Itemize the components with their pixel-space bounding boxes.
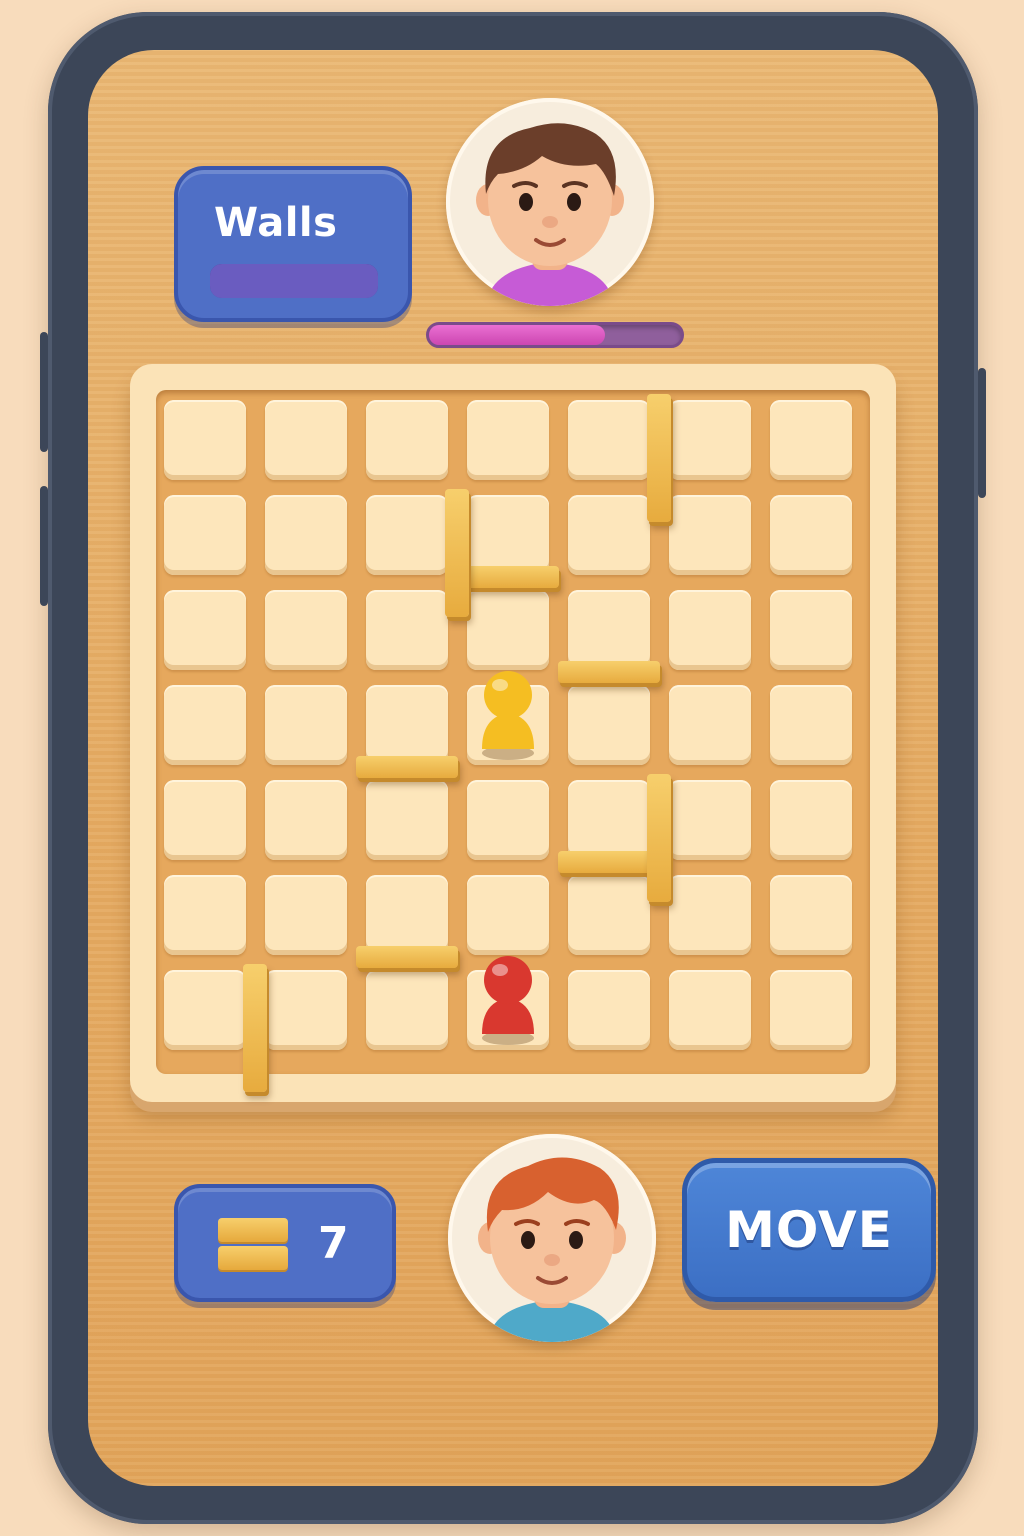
pawn-piece[interactable]: [476, 946, 540, 1046]
board-cell[interactable]: [164, 970, 246, 1050]
board-cell[interactable]: [265, 780, 347, 860]
boy-red-hair-avatar-icon: [478, 1157, 626, 1342]
volume-up-button: [40, 332, 48, 452]
wall-piece: [647, 774, 671, 902]
board-cell[interactable]: [669, 400, 751, 480]
board-cell[interactable]: [770, 685, 852, 765]
board-cell[interactable]: [568, 495, 650, 575]
board-cell[interactable]: [770, 875, 852, 955]
opponent-health-fill: [429, 325, 606, 345]
walls-bar-fill: [210, 264, 378, 298]
board-cell[interactable]: [265, 400, 347, 480]
wall-piece: [445, 489, 469, 617]
power-button: [978, 368, 986, 498]
player-avatar: [448, 1134, 656, 1342]
board-cell[interactable]: [265, 875, 347, 955]
board-cell[interactable]: [669, 970, 751, 1050]
board-cell[interactable]: [669, 780, 751, 860]
move-button[interactable]: MOVE: [682, 1158, 936, 1302]
opponent-avatar: [446, 98, 654, 306]
walls-bar: [210, 264, 378, 298]
board-cell[interactable]: [164, 780, 246, 860]
game-board: [130, 364, 896, 1102]
board-cell[interactable]: [770, 970, 852, 1050]
walls-panel: Walls: [174, 166, 412, 322]
board-cell[interactable]: [568, 590, 650, 670]
board-cell[interactable]: [164, 590, 246, 670]
board-cell[interactable]: [770, 780, 852, 860]
opponent-health-bar: [426, 322, 684, 348]
board-cell[interactable]: [568, 400, 650, 480]
walls-remaining-panel: 7: [174, 1184, 396, 1302]
board-cell[interactable]: [164, 875, 246, 955]
board-cell[interactable]: [366, 685, 448, 765]
pawn-piece[interactable]: [476, 661, 540, 761]
board-cell[interactable]: [568, 780, 650, 860]
volume-down-button: [40, 486, 48, 606]
board-cell[interactable]: [366, 400, 448, 480]
wall-piece: [647, 394, 671, 522]
wall-piece: [356, 756, 458, 778]
board-cell[interactable]: [770, 400, 852, 480]
board-cell[interactable]: [467, 875, 549, 955]
board-cell[interactable]: [467, 400, 549, 480]
board-cell[interactable]: [164, 685, 246, 765]
board-cell[interactable]: [467, 780, 549, 860]
board-cell[interactable]: [770, 590, 852, 670]
wall-piece: [457, 566, 559, 588]
board-cell[interactable]: [770, 495, 852, 575]
game-screen: Walls 7 MOVE: [88, 50, 938, 1486]
board-cell[interactable]: [568, 875, 650, 955]
board-cell[interactable]: [366, 970, 448, 1050]
wall-piece: [558, 851, 660, 873]
board-cell[interactable]: [568, 970, 650, 1050]
board-cell[interactable]: [265, 685, 347, 765]
board-cell[interactable]: [164, 400, 246, 480]
wall-piece-icon: [218, 1218, 288, 1272]
board-cell[interactable]: [366, 780, 448, 860]
board-cell[interactable]: [366, 590, 448, 670]
wall-piece: [356, 946, 458, 968]
board-cell[interactable]: [265, 495, 347, 575]
boy-brown-hair-avatar-icon: [476, 123, 624, 306]
board-cell[interactable]: [669, 685, 751, 765]
board-cell[interactable]: [669, 495, 751, 575]
wall-piece: [558, 661, 660, 683]
walls-title: Walls: [214, 200, 338, 246]
board-cell[interactable]: [669, 590, 751, 670]
board-cell[interactable]: [467, 590, 549, 670]
board-cell[interactable]: [568, 685, 650, 765]
board-cell[interactable]: [366, 495, 448, 575]
board-cell[interactable]: [265, 590, 347, 670]
board-cell[interactable]: [265, 970, 347, 1050]
board-cell[interactable]: [669, 875, 751, 955]
board-cell[interactable]: [366, 875, 448, 955]
board-grid: [156, 390, 870, 1092]
walls-remaining-count: 7: [318, 1218, 349, 1269]
wall-piece: [243, 964, 267, 1092]
phone-frame: Walls 7 MOVE: [40, 12, 986, 1524]
board-cell[interactable]: [467, 495, 549, 575]
board-cell[interactable]: [164, 495, 246, 575]
move-button-label: MOVE: [725, 1201, 893, 1259]
